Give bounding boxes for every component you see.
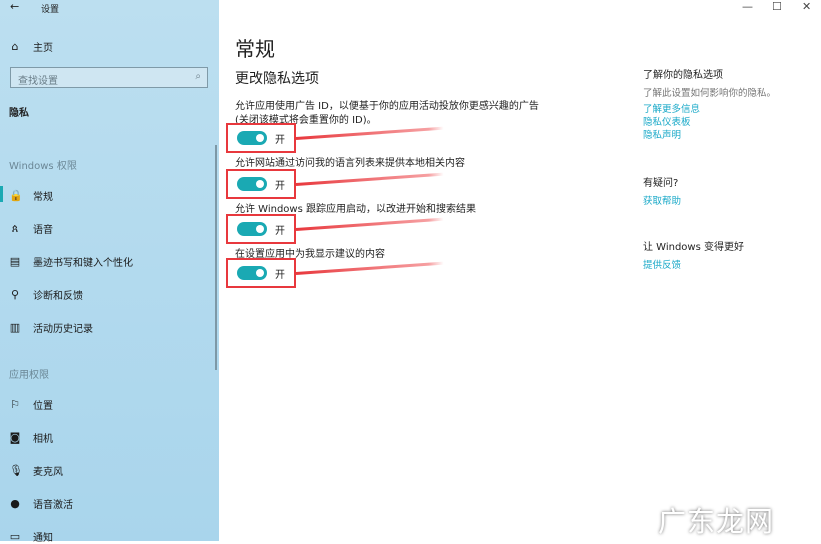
get-help-link[interactable]: 获取帮助 (643, 193, 681, 207)
feedback-icon: ⚲ (10, 288, 20, 301)
watermark: 广东龙网 (658, 505, 775, 538)
notification-icon: ▭ (9, 530, 21, 543)
highlight-arrow (295, 261, 444, 275)
sidebar-item-feedback[interactable]: ⚲ 诊断和反馈 (9, 287, 83, 302)
window-title: 设置 (41, 5, 60, 15)
highlight-box (226, 123, 296, 153)
sidebar-item-label: 位置 (33, 401, 53, 412)
sidebar: ← 设置 ⌂ 主页 查找设置 ⌕ 隐私 Windows 权限 🔒 常规 ጰ 语音 ▤ 墨迹书写… (0, 0, 219, 544)
timeline-icon: ▥ (9, 321, 21, 334)
question-heading: 有疑问? (643, 178, 679, 189)
highlight-arrow (295, 172, 444, 186)
sidebar-item-clipboard[interactable]: ▤ 墨迹书写和键入个性化 (9, 254, 133, 269)
selected-indicator (0, 186, 3, 202)
sidebar-item-label: 常规 (33, 192, 53, 203)
maximize-button[interactable]: ☐ (772, 0, 782, 13)
sidebar-item-label: 通知 (33, 533, 53, 544)
highlight-arrow (295, 126, 444, 140)
section-windows-permissions: Windows 权限 (9, 161, 77, 172)
highlight-box (226, 258, 296, 288)
sidebar-item-home[interactable]: ⌂ 主页 (9, 39, 54, 54)
voice-activation-icon: ● (10, 497, 20, 510)
section-app-permissions: 应用权限 (9, 370, 49, 381)
home-icon: ⌂ (11, 40, 19, 53)
privacy-heading: 了解你的隐私选项 (643, 70, 723, 81)
sidebar-item-camera[interactable]: ◙ 相机 (9, 430, 53, 445)
lock-icon: 🔒 (9, 189, 23, 202)
minimize-button[interactable]: — (742, 0, 753, 13)
speech-icon: ጰ (11, 221, 19, 235)
sidebar-item-voice-activation[interactable]: ● 语音激活 (9, 496, 73, 511)
sidebar-scrollbar[interactable] (215, 145, 217, 370)
camera-icon: ◙ (9, 431, 21, 444)
highlight-arrow (295, 217, 444, 231)
privacy-dashboard-link[interactable]: 隐私仪表板 (643, 114, 691, 128)
home-label: 主页 (33, 43, 53, 54)
search-input[interactable]: 查找设置 ⌕ (10, 67, 208, 88)
sidebar-item-label: 语音激活 (33, 500, 73, 511)
page-title: 常规 (235, 37, 275, 61)
close-button[interactable]: ✕ (802, 0, 811, 13)
privacy-statement-link[interactable]: 隐私声明 (643, 127, 681, 141)
search-placeholder: 查找设置 (18, 76, 58, 87)
sidebar-item-label: 活动历史记录 (33, 324, 93, 335)
sidebar-item-lock[interactable]: 🔒 常规 (9, 188, 53, 203)
clipboard-icon: ▤ (9, 255, 21, 268)
microphone-icon: 🎙 (9, 464, 23, 477)
sidebar-item-speech[interactable]: ጰ 语音 (9, 221, 53, 237)
sidebar-item-notification[interactable]: ▭ 通知 (9, 529, 53, 544)
category-heading: 隐私 (9, 108, 29, 119)
sidebar-item-microphone[interactable]: 🎙 麦克风 (9, 463, 63, 478)
privacy-text: 了解此设置如何影响你的隐私。 (643, 88, 777, 99)
sidebar-item-location[interactable]: ⚐ 位置 (9, 397, 53, 412)
section-title: 更改隐私选项 (235, 71, 319, 87)
sidebar-item-label: 相机 (33, 434, 53, 445)
sidebar-item-label: 语音 (33, 225, 53, 236)
learn-more-link[interactable]: 了解更多信息 (643, 101, 700, 115)
highlight-box (226, 169, 296, 199)
sidebar-item-label: 墨迹书写和键入个性化 (33, 258, 133, 269)
sidebar-item-label: 诊断和反馈 (33, 291, 83, 302)
highlight-box (226, 214, 296, 244)
improve-heading: 让 Windows 变得更好 (643, 242, 744, 253)
feedback-link[interactable]: 提供反馈 (643, 257, 681, 271)
sidebar-item-label: 麦克风 (33, 467, 63, 478)
search-icon: ⌕ (195, 71, 201, 82)
location-icon: ⚐ (10, 398, 20, 411)
back-button[interactable]: ← (10, 0, 19, 13)
sidebar-item-timeline[interactable]: ▥ 活动历史记录 (9, 320, 93, 335)
